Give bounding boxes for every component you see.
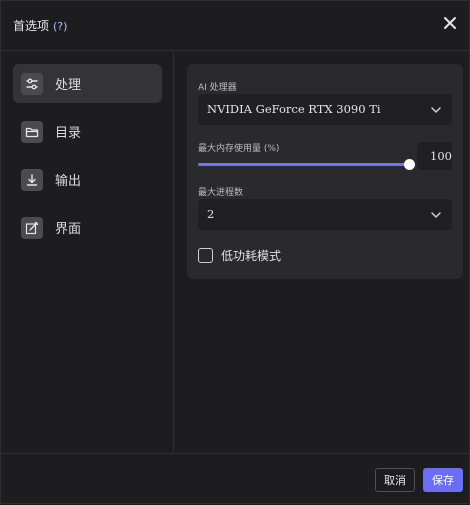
download-icon [21, 168, 43, 191]
sidebar-item-interface[interactable]: 界面 [13, 208, 162, 247]
cancel-button[interactable]: 取消 [375, 468, 415, 492]
preferences-dialog: 首选项 (?) 处理 目录 输出 界面 AI 处理器 NVIDIA GeForc… [0, 0, 470, 504]
folder-icon [21, 120, 43, 143]
low-power-label: 低功耗模式 [221, 248, 282, 263]
sliders-icon [21, 72, 43, 95]
max-threads-select[interactable]: 2 [198, 199, 452, 230]
sidebar-item-processing[interactable]: 处理 [13, 64, 162, 103]
edit-icon [21, 216, 43, 239]
sidebar-item-label: 处理 [55, 78, 82, 93]
slider-fill [198, 163, 410, 166]
max-memory-label: 最大内存使用量 (%) [198, 144, 280, 154]
dialog-title: 首选项 (?) [13, 17, 67, 34]
dialog-footer: 取消 保存 [1, 453, 470, 505]
ai-processor-select[interactable]: NVIDIA GeForce RTX 3090 Ti [198, 94, 452, 125]
chevron-down-icon [431, 212, 441, 218]
slider-thumb[interactable] [404, 159, 415, 170]
max-threads-label: 最大进程数 [198, 188, 244, 198]
sidebar-item-label: 目录 [55, 126, 82, 141]
low-power-mode-row[interactable]: 低功耗模式 [198, 246, 281, 264]
sidebar-item-output[interactable]: 输出 [13, 160, 162, 199]
ai-processor-label: AI 处理器 [198, 83, 237, 93]
dialog-title-text: 首选项 [13, 19, 50, 33]
low-power-checkbox[interactable] [198, 247, 213, 263]
max-threads-value: 2 [207, 207, 215, 221]
sidebar: 处理 目录 输出 界面 [1, 52, 174, 453]
save-button[interactable]: 保存 [423, 468, 463, 492]
max-memory-input[interactable]: 100 [417, 142, 452, 170]
sidebar-item-label: 输出 [55, 174, 82, 189]
dialog-titlebar: 首选项 (?) [1, 1, 470, 51]
ai-processor-value: NVIDIA GeForce RTX 3090 Ti [207, 102, 381, 116]
sidebar-item-directory[interactable]: 目录 [13, 112, 162, 151]
help-link[interactable]: (?) [53, 20, 67, 33]
processing-settings-panel: AI 处理器 NVIDIA GeForce RTX 3090 Ti 最大内存使用… [187, 64, 463, 279]
chevron-down-icon [431, 107, 441, 113]
sidebar-item-label: 界面 [55, 222, 82, 237]
close-button[interactable] [442, 15, 458, 31]
close-icon [444, 17, 456, 29]
max-memory-slider[interactable] [198, 158, 415, 172]
